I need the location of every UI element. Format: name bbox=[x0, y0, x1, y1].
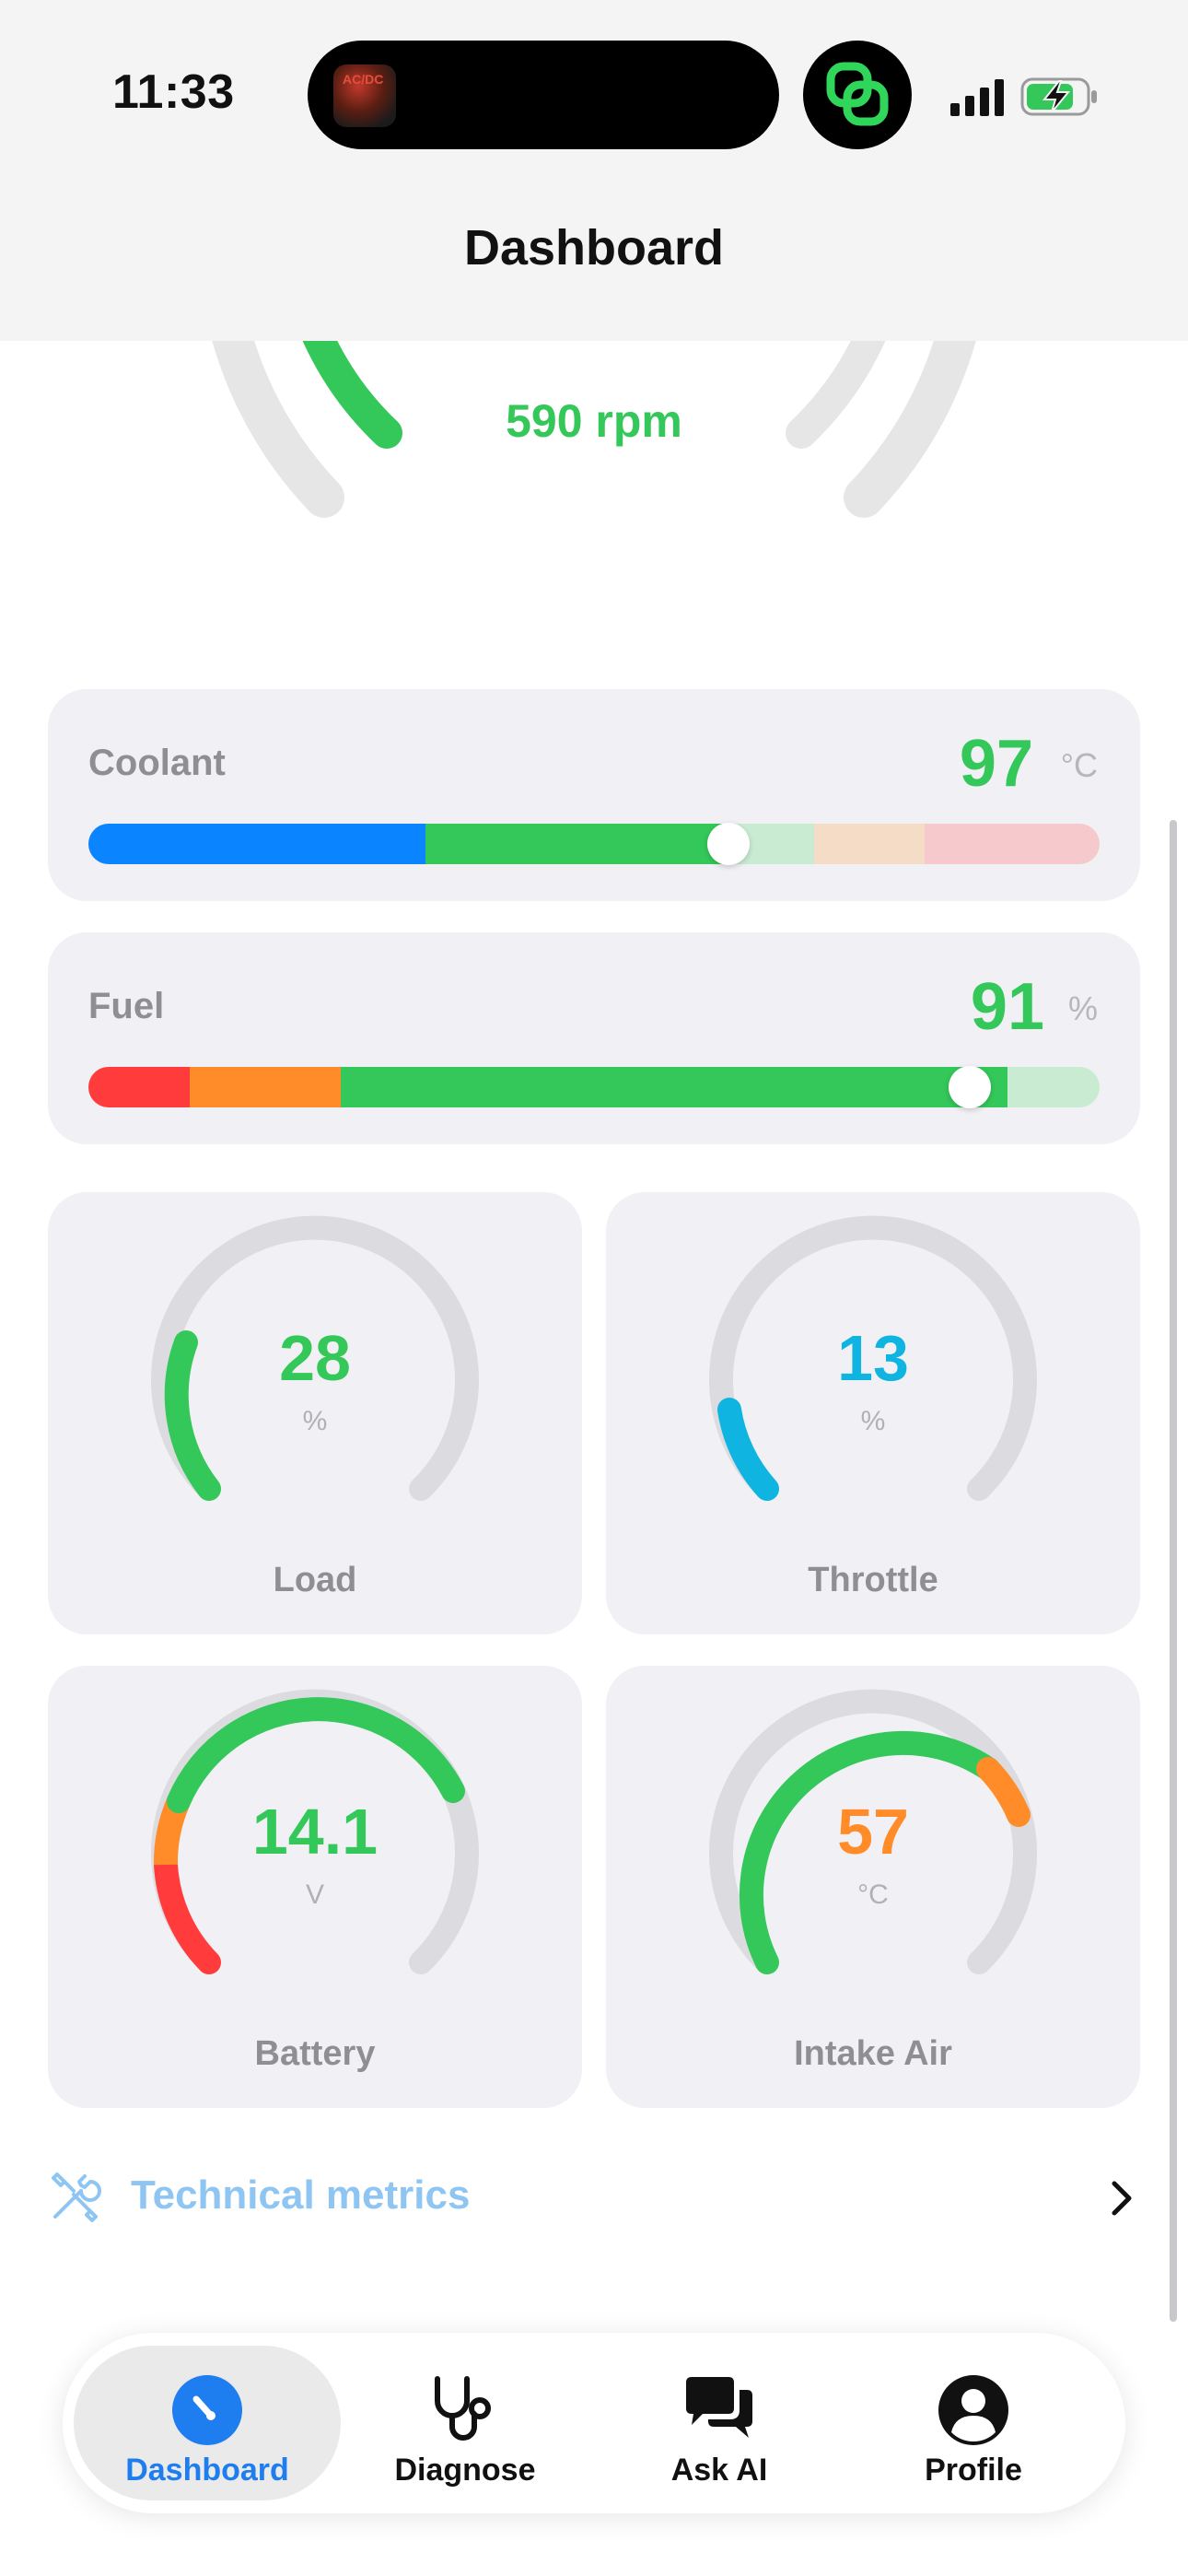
throttle-value: 13 bbox=[837, 1322, 909, 1394]
intake-air-unit: °C bbox=[857, 1879, 889, 1910]
tab-ask-ai-label: Ask AI bbox=[670, 2453, 768, 2488]
coolant-seg-warm bbox=[814, 824, 925, 864]
technical-metrics-row[interactable]: Technical metrics bbox=[48, 2161, 1140, 2235]
fuel-level-knob bbox=[949, 1066, 991, 1108]
tab-diagnose[interactable]: Diagnose bbox=[332, 2346, 599, 2500]
header: 11:33 AC/DC Dashboard bbox=[0, 0, 1188, 341]
coolant-label: Coolant bbox=[88, 743, 226, 783]
fuel-label: Fuel bbox=[88, 986, 165, 1026]
fuel-seg-empty bbox=[88, 1067, 190, 1107]
battery-charging-icon bbox=[1020, 77, 1097, 116]
battery-unit: V bbox=[305, 1879, 324, 1910]
fuel-card: Fuel 91 % bbox=[48, 932, 1140, 1144]
coolant-value: 97 bbox=[959, 727, 1033, 801]
chevron-right-icon[interactable] bbox=[1103, 2171, 1140, 2226]
coolant-level-knob bbox=[707, 823, 750, 865]
intake-air-gauge-card: 57 °C Intake Air bbox=[606, 1666, 1140, 2108]
load-unit: % bbox=[302, 1406, 328, 1436]
page-title: Dashboard bbox=[463, 220, 725, 275]
linked-app-icon[interactable] bbox=[803, 41, 912, 149]
speedometer-icon bbox=[172, 2375, 242, 2445]
throttle-gauge-card: 13 % Throttle bbox=[606, 1192, 1140, 1634]
coolant-card: Coolant 97 °C bbox=[48, 689, 1140, 901]
dynamic-island: AC/DC bbox=[308, 41, 779, 149]
cellular-signal-icon bbox=[950, 79, 1004, 116]
album-art-text: AC/DC bbox=[343, 72, 384, 87]
coolant-unit: °C bbox=[1060, 746, 1098, 784]
battery-value: 14.1 bbox=[251, 1796, 379, 1868]
fuel-value: 91 bbox=[970, 970, 1044, 1044]
coolant-seg-fill bbox=[425, 824, 729, 864]
fuel-unit: % bbox=[1067, 989, 1098, 1027]
album-art-icon[interactable]: AC/DC bbox=[333, 64, 396, 127]
tab-bar: Dashboard Diagnose Ask AI Profile bbox=[63, 2333, 1125, 2513]
person-icon bbox=[938, 2375, 1008, 2445]
technical-metrics-label[interactable]: Technical metrics bbox=[131, 2172, 470, 2219]
status-time: 11:33 bbox=[112, 65, 235, 119]
tab-profile[interactable]: Profile bbox=[840, 2346, 1107, 2500]
battery-gauge-card: 14.1 V Battery bbox=[48, 1666, 582, 2108]
tab-ask-ai[interactable]: Ask AI bbox=[586, 2346, 853, 2500]
chat-bubbles-icon bbox=[686, 2377, 752, 2438]
tab-profile-label: Profile bbox=[925, 2453, 1022, 2488]
stethoscope-icon bbox=[435, 2376, 491, 2441]
wrench-screwdriver-icon bbox=[52, 2172, 101, 2222]
fuel-seg-rest bbox=[1007, 1067, 1100, 1107]
tab-diagnose-label: Diagnose bbox=[394, 2453, 536, 2488]
tab-dashboard[interactable]: Dashboard bbox=[74, 2346, 341, 2500]
intake-air-label: Intake Air bbox=[794, 2034, 952, 2073]
load-gauge-card: 28 % Load bbox=[48, 1192, 582, 1634]
throttle-unit: % bbox=[860, 1406, 886, 1436]
coolant-seg-hot bbox=[925, 824, 1100, 864]
coolant-seg-cold bbox=[88, 824, 425, 864]
throttle-label: Throttle bbox=[808, 1561, 938, 1599]
rpm-readout: 590 rpm bbox=[506, 395, 682, 447]
scrollbar[interactable] bbox=[1170, 820, 1177, 2322]
load-label: Load bbox=[273, 1561, 357, 1599]
load-value: 28 bbox=[279, 1322, 351, 1394]
tab-dashboard-label: Dashboard bbox=[125, 2453, 289, 2488]
coolant-bar bbox=[88, 824, 1100, 864]
link-rings-icon bbox=[826, 62, 889, 126]
fuel-seg-fill bbox=[341, 1067, 1007, 1107]
fuel-seg-low bbox=[190, 1067, 341, 1107]
battery-label: Battery bbox=[254, 2034, 376, 2073]
intake-air-value: 57 bbox=[837, 1796, 909, 1868]
